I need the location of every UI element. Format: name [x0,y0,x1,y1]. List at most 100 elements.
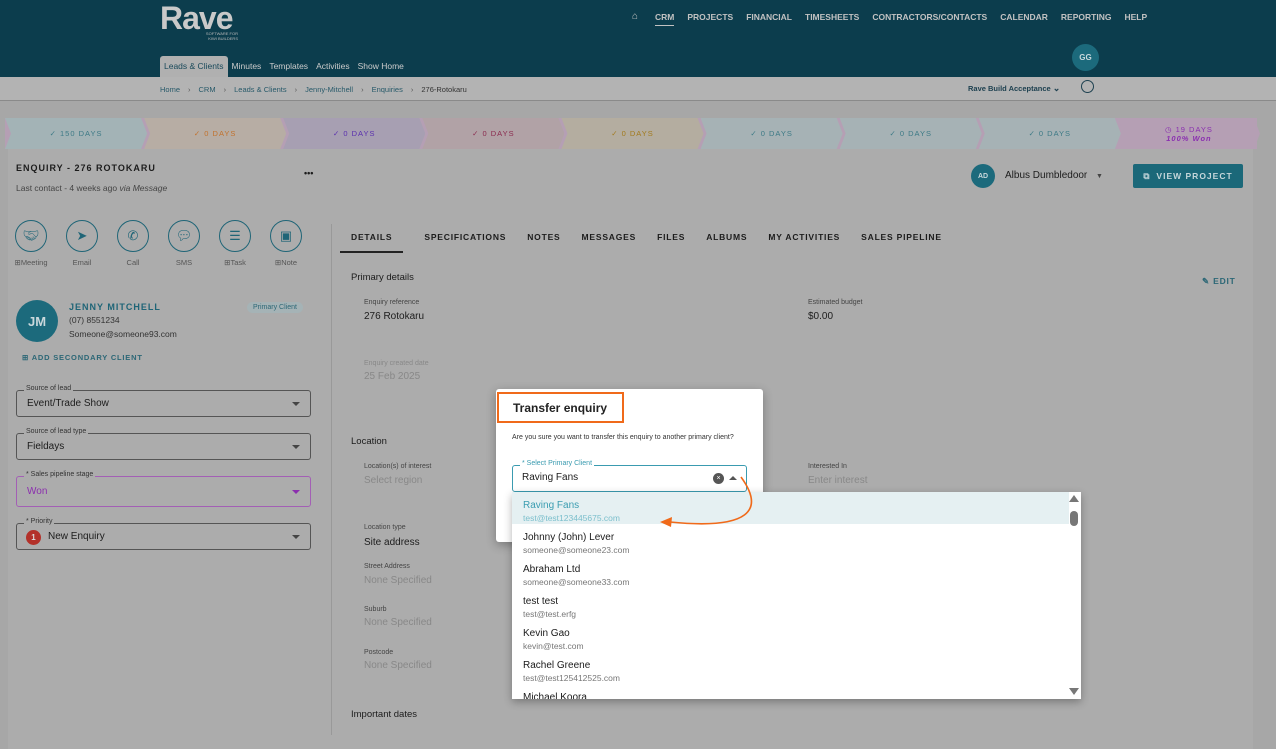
scroll-up-icon[interactable] [1069,495,1079,502]
action-email[interactable]: ➤ Email [66,220,98,267]
dialog-title: Transfer enquiry [497,392,624,423]
client-email: Someone@someone93.com [69,329,177,339]
tab-sales-pipeline[interactable]: SALES PIPELINE [861,232,942,253]
client-option[interactable]: Abraham Ltd someone@someone33.com [512,556,1081,588]
tab-specifications[interactable]: SPECIFICATIONS [424,232,506,253]
select-value: Raving Fans [522,472,579,483]
tab-files[interactable]: FILES [657,232,685,253]
client-option[interactable]: Raving Fans test@test123445675.com [512,492,1069,524]
tab-my-activities[interactable]: MY ACTIVITIES [768,232,840,253]
scrollbar-thumb[interactable] [1070,511,1078,526]
source-of-lead-type-select[interactable]: Source of lead type Fieldays [16,428,311,460]
sales-pipeline-stage-select[interactable]: * Sales pipeline stage Won [16,471,311,507]
client-option[interactable]: Johnny (John) Lever someone@someone23.com [512,524,1081,556]
pipeline-stage[interactable]: ✓ 0 DAYS [422,118,564,149]
pipeline-stage[interactable]: ✓ 0 DAYS [840,118,982,149]
edit-button[interactable]: ✎ EDIT [1202,276,1236,287]
crumb-client[interactable]: Jenny-Mitchell [305,85,353,94]
nav-financial[interactable]: FINANCIAL [746,12,792,26]
checklist-icon: ☰ [219,220,251,252]
stage-days: ✓ 0 DAYS [1028,129,1072,138]
tab-details[interactable]: DETAILS [340,232,404,253]
tab-notes[interactable]: NOTES [527,232,560,253]
field-label: Source of lead [24,385,74,392]
client-option[interactable]: Michael Koora [512,684,1081,699]
nav-contractors[interactable]: CONTRACTORS/CONTACTS [872,12,987,26]
enquiry-reference-label: Enquiry reference [364,299,420,306]
action-task[interactable]: ☰ ⊞Task [219,220,251,267]
pipeline-stage[interactable]: ◷ 19 DAYS 100% Won [1118,118,1260,149]
home-icon[interactable]: ⌂ [632,11,638,22]
option-name: Johnny (John) Lever [523,532,615,543]
option-name: Kevin Gao [523,628,570,639]
action-label: Call [127,258,140,267]
crumb-home[interactable]: Home [160,85,180,94]
location-type-value: Site address [364,537,420,548]
action-label-text: Note [281,258,298,267]
interested-in-value[interactable]: Enter interest [808,475,867,486]
caret-down-icon [292,490,300,494]
pipeline-stage[interactable]: ✓ 150 DAYS [5,118,147,149]
field-label: * Priority [24,518,55,525]
subnav-activities[interactable]: Activities [312,56,354,77]
nav-timesheets[interactable]: TIMESHEETS [805,12,859,26]
view-project-button[interactable]: ⧉ VIEW PROJECT [1133,164,1243,188]
action-meeting[interactable]: 🤝︎ ⊞Meeting [15,220,48,267]
nav-calendar[interactable]: CALENDAR [1000,12,1048,26]
caret-down-icon: ▼ [1096,173,1103,180]
assignee-avatar: AD [971,164,995,188]
nav-help[interactable]: HELP [1124,12,1147,26]
location-type-label: Location type [364,524,406,531]
client-option[interactable]: test test test@test.erfg [512,588,1081,620]
option-name: Abraham Ltd [523,564,581,575]
action-label-text: SMS [175,258,193,267]
pipeline-stage[interactable]: ✓ 0 DAYS [979,118,1121,149]
sub-nav: Leads & Clients Minutes Templates Activi… [160,56,408,77]
subnav-show-home[interactable]: Show Home [354,56,408,77]
crumb-enquiries[interactable]: Enquiries [372,85,403,94]
subnav-leads-clients[interactable]: Leads & Clients [160,56,228,77]
client-name[interactable]: JENNY MITCHELL [69,302,161,312]
company-selector[interactable]: Rave Build Acceptance ⌄ [968,83,1060,94]
assignee-selector[interactable]: Albus Dumbledoor ▼ [1005,170,1103,181]
client-option[interactable]: Kevin Gao kevin@test.com [512,620,1081,652]
tab-albums[interactable]: ALBUMS [706,232,747,253]
scroll-down-icon[interactable] [1069,688,1079,695]
crumb-leads[interactable]: Leads & Clients [234,85,287,94]
field-value: Event/Trade Show [27,398,109,409]
crumb-crm[interactable]: CRM [199,85,216,94]
user-avatar[interactable]: GG [1072,44,1099,71]
stage-days: ✓ 0 DAYS [750,129,793,138]
action-call[interactable]: ✆ Call [117,220,149,267]
action-sms[interactable]: 💬︎ SMS [168,220,200,267]
option-name: Rachel Greene [523,660,591,671]
source-of-lead-select[interactable]: Source of lead Event/Trade Show [16,385,311,417]
pipeline-stage[interactable]: ✓ 0 DAYS [561,118,703,149]
pipeline-stage[interactable]: ✓ 0 DAYS [701,118,843,149]
enquiry-reference-value: 276 Rotokaru [364,311,425,322]
nav-projects[interactable]: PROJECTS [687,12,733,26]
field-value: New Enquiry [48,531,105,542]
pipeline-stage[interactable]: ✓ 0 DAYS [144,118,286,149]
nav-crm[interactable]: CRM [655,12,675,26]
subnav-templates[interactable]: Templates [265,56,312,77]
suburb-label: Suburb [364,606,387,613]
chevron-down-icon: ⌄ [1052,83,1061,93]
location-interest-value[interactable]: Select region [364,475,422,486]
priority-select[interactable]: * Priority 1 New Enquiry [16,518,311,550]
client-option[interactable]: Rachel Greene test@test125412525.com [512,652,1081,684]
main-nav: CRM PROJECTS FINANCIAL TIMESHEETS CONTRA… [655,12,1147,26]
tab-messages[interactable]: MESSAGES [582,232,637,253]
action-note[interactable]: ▣ ⊞Note [270,220,302,267]
action-label-text: Call [126,258,140,267]
add-secondary-client-button[interactable]: ⊞ ADD SECONDARY CLIENT [22,353,143,362]
subnav-minutes[interactable]: Minutes [228,56,266,77]
pipeline-stage-bar: ✓ 150 DAYS ✓ 0 DAYS ✓ 0 DAYS ✓ 0 DAYS ✓ 0 DA… [5,118,1257,149]
option-name: Michael Koora [523,692,587,699]
more-options-icon[interactable]: ••• [304,168,313,178]
pipeline-stage[interactable]: ✓ 0 DAYS [283,118,425,149]
nav-reporting[interactable]: REPORTING [1061,12,1112,26]
postcode-label: Postcode [364,649,394,656]
history-clock-icon[interactable] [1081,80,1094,93]
option-email: test@test123445675.com [523,513,620,523]
